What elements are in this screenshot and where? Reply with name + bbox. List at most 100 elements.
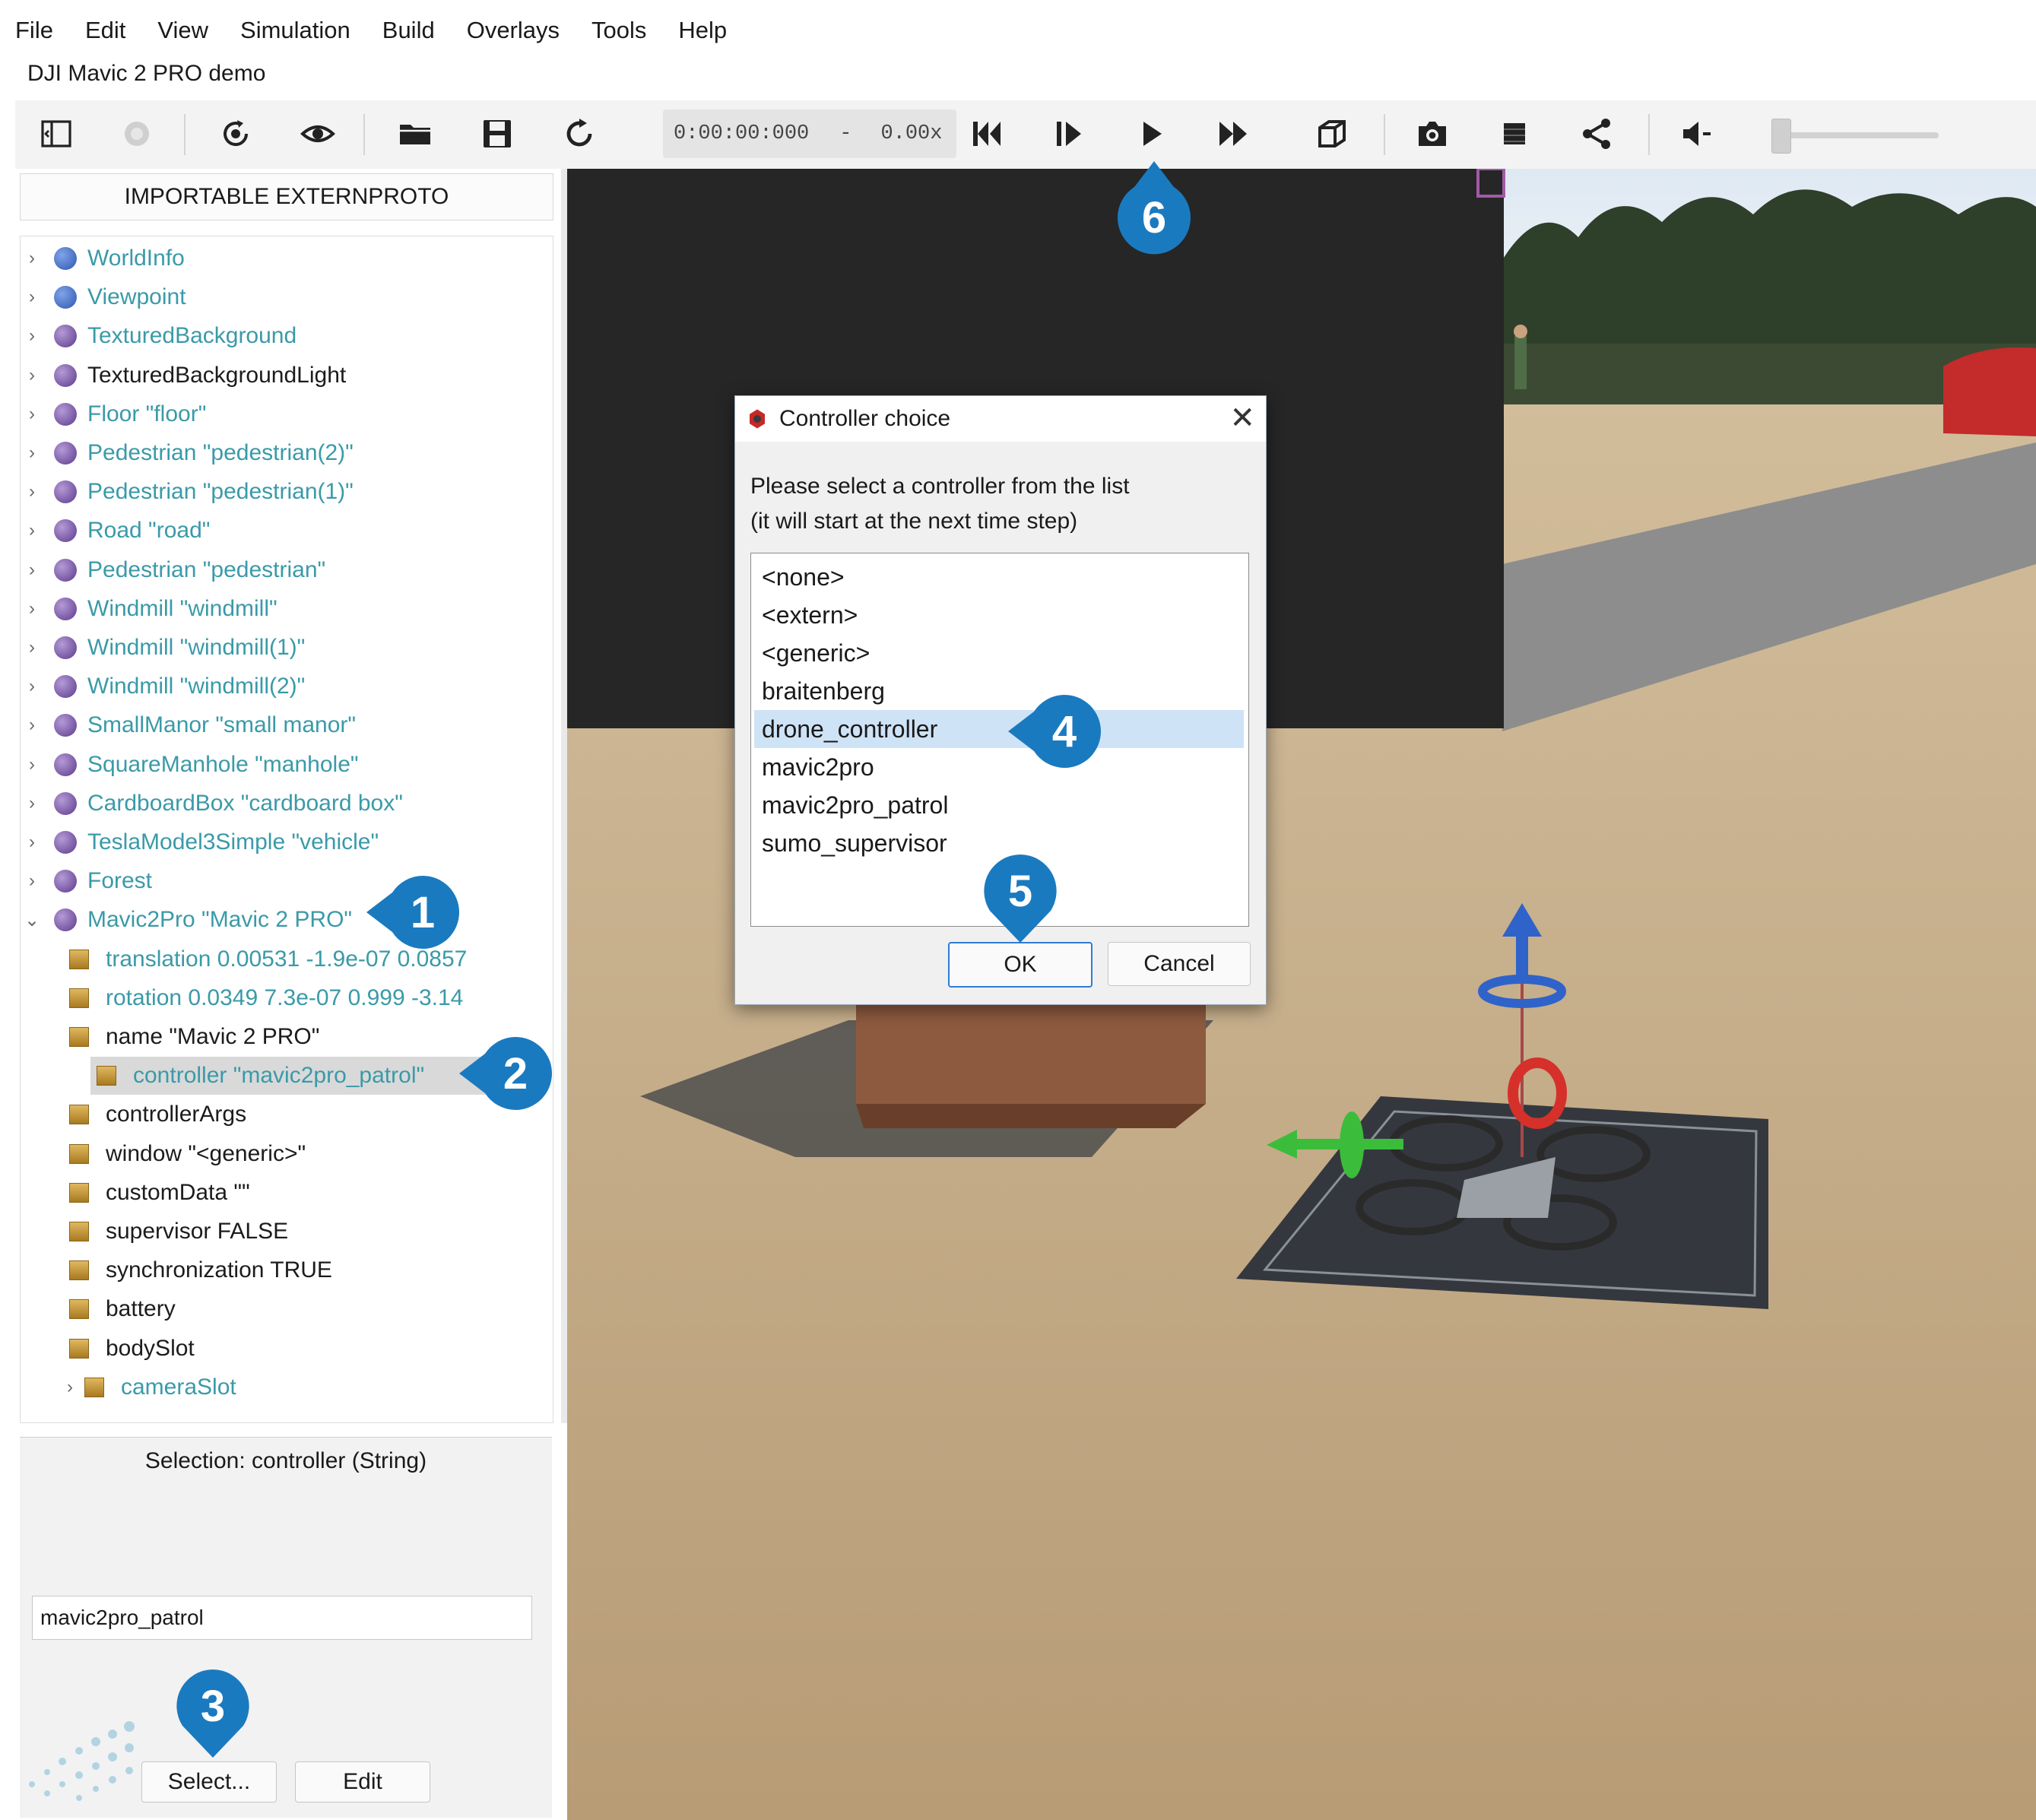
- stop-icon[interactable]: [1490, 109, 1539, 158]
- reload-icon[interactable]: [555, 109, 604, 158]
- tree-node[interactable]: › Forest: [21, 862, 545, 900]
- chevron-right-icon[interactable]: ›: [21, 793, 43, 814]
- camera-icon[interactable]: [1408, 109, 1457, 158]
- fast-forward-icon[interactable]: [1209, 109, 1257, 158]
- volume-slider-handle[interactable]: [1771, 119, 1791, 154]
- open-folder-icon[interactable]: [391, 109, 439, 158]
- record-icon[interactable]: [113, 109, 161, 158]
- ok-button[interactable]: OK: [948, 942, 1093, 988]
- volume-icon[interactable]: [1673, 109, 1721, 158]
- list-item[interactable]: <extern>: [754, 596, 1244, 634]
- chevron-right-icon[interactable]: ›: [21, 520, 43, 541]
- tree-node[interactable]: › Road "road": [21, 512, 545, 550]
- tree-field[interactable]: translation 0.00531 -1.9e-07 0.0857: [21, 940, 545, 978]
- chevron-right-icon[interactable]: ›: [21, 325, 43, 347]
- tree-node[interactable]: ⌄ Mavic2Pro "Mavic 2 PRO": [21, 901, 545, 939]
- menu-file[interactable]: File: [15, 17, 53, 44]
- tree-node[interactable]: › SquareManhole "manhole": [21, 746, 545, 784]
- tree-field[interactable]: window "<generic>": [21, 1135, 545, 1173]
- tree-node[interactable]: › Pedestrian "pedestrian": [21, 551, 545, 589]
- tree-label: Viewpoint: [87, 284, 186, 310]
- menu-overlays[interactable]: Overlays: [467, 17, 560, 44]
- 3d-box-icon[interactable]: [1308, 109, 1356, 158]
- scene-tree: › WorldInfo › Viewpoint › TexturedBackground ›…: [20, 236, 553, 1423]
- chevron-right-icon[interactable]: ›: [59, 1377, 81, 1398]
- importable-externproto-button[interactable]: IMPORTABLE EXTERNPROTO: [20, 173, 553, 220]
- save-icon[interactable]: [473, 109, 522, 158]
- tree-label: controller "mavic2pro_patrol": [133, 1063, 425, 1089]
- close-icon[interactable]: ✕: [1229, 401, 1255, 436]
- tree-field[interactable]: customData "": [21, 1174, 545, 1212]
- menu-build[interactable]: Build: [382, 17, 435, 44]
- tree-node[interactable]: › TexturedBackground: [21, 317, 545, 355]
- menu-edit[interactable]: Edit: [85, 17, 125, 44]
- field-icon: [69, 1260, 89, 1281]
- toggle-panel-icon[interactable]: [32, 109, 81, 158]
- tree-node[interactable]: › WorldInfo: [21, 239, 545, 277]
- eye-icon[interactable]: [293, 109, 342, 158]
- chevron-right-icon[interactable]: ›: [21, 365, 43, 386]
- menu-simulation[interactable]: Simulation: [240, 17, 350, 44]
- node-sphere-icon: [54, 831, 77, 854]
- tree-node[interactable]: › TexturedBackgroundLight: [21, 357, 545, 395]
- menu-help[interactable]: Help: [678, 17, 727, 44]
- list-item[interactable]: <generic>: [754, 634, 1244, 672]
- list-item-selected[interactable]: drone_controller: [754, 710, 1244, 748]
- tree-field[interactable]: supervisor FALSE: [21, 1213, 545, 1251]
- node-sphere-icon: [54, 402, 77, 426]
- chevron-right-icon[interactable]: ›: [21, 870, 43, 892]
- chevron-right-icon[interactable]: ›: [21, 442, 43, 464]
- tree-field[interactable]: bodySlot: [21, 1330, 545, 1368]
- chevron-right-icon[interactable]: ›: [21, 560, 43, 581]
- tree-node[interactable]: › Viewpoint: [21, 278, 545, 316]
- separator: [1648, 114, 1650, 155]
- chevron-right-icon[interactable]: ›: [21, 754, 43, 775]
- separator: [363, 114, 365, 155]
- chevron-right-icon[interactable]: ›: [21, 481, 43, 503]
- chevron-right-icon[interactable]: ›: [21, 715, 43, 736]
- tree-node[interactable]: › TeslaModel3Simple "vehicle": [21, 823, 545, 861]
- chevron-right-icon[interactable]: ›: [21, 637, 43, 658]
- tree-node[interactable]: › Windmill "windmill": [21, 590, 545, 628]
- skip-back-icon[interactable]: [963, 109, 1011, 158]
- list-item[interactable]: mavic2pro_patrol: [754, 786, 1244, 824]
- tree-node[interactable]: › SmallManor "small manor": [21, 706, 545, 744]
- tree-node[interactable]: › Pedestrian "pedestrian(2)": [21, 434, 545, 472]
- list-item[interactable]: <none>: [754, 558, 1244, 596]
- tree-field[interactable]: name "Mavic 2 PRO": [21, 1018, 545, 1056]
- chevron-right-icon[interactable]: ›: [21, 404, 43, 425]
- tree-label: Mavic2Pro "Mavic 2 PRO": [87, 907, 353, 933]
- select-button[interactable]: Select...: [141, 1761, 277, 1803]
- chevron-down-icon[interactable]: ⌄: [21, 909, 43, 931]
- chevron-right-icon[interactable]: ›: [21, 248, 43, 269]
- volume-slider-track[interactable]: [1787, 132, 1939, 138]
- tree-field[interactable]: battery: [21, 1290, 545, 1328]
- controller-value-field[interactable]: [32, 1596, 532, 1640]
- chevron-right-icon[interactable]: ›: [21, 287, 43, 308]
- tree-field[interactable]: synchronization TRUE: [21, 1251, 545, 1289]
- tree-field[interactable]: › cameraSlot: [21, 1368, 545, 1406]
- reset-view-icon[interactable]: [211, 109, 260, 158]
- tree-field[interactable]: rotation 0.0349 7.3e-07 0.999 -3.14: [21, 979, 545, 1017]
- edit-button[interactable]: Edit: [295, 1761, 430, 1803]
- list-item[interactable]: braitenberg: [754, 672, 1244, 710]
- chevron-right-icon[interactable]: ›: [21, 598, 43, 620]
- cancel-button[interactable]: Cancel: [1108, 942, 1251, 986]
- tree-field[interactable]: controller "mavic2pro_patrol": [90, 1057, 516, 1095]
- menu-tools[interactable]: Tools: [591, 17, 646, 44]
- chevron-right-icon[interactable]: ›: [21, 676, 43, 697]
- menu-view[interactable]: View: [157, 17, 208, 44]
- step-icon[interactable]: [1045, 109, 1093, 158]
- tree-node[interactable]: › CardboardBox "cardboard box": [21, 785, 545, 823]
- tree-node[interactable]: › Windmill "windmill(1)": [21, 629, 545, 667]
- tree-node[interactable]: › Pedestrian "pedestrian(1)": [21, 473, 545, 511]
- play-icon[interactable]: [1127, 109, 1175, 158]
- tree-node[interactable]: › Windmill "windmill(2)": [21, 667, 545, 705]
- time-separator: -: [839, 122, 852, 145]
- share-icon[interactable]: [1572, 109, 1621, 158]
- list-item[interactable]: mavic2pro: [754, 748, 1244, 786]
- chevron-right-icon[interactable]: ›: [21, 832, 43, 853]
- callout-5: 5: [984, 855, 1057, 943]
- tree-field[interactable]: controllerArgs: [21, 1095, 545, 1134]
- tree-node[interactable]: › Floor "floor": [21, 395, 545, 433]
